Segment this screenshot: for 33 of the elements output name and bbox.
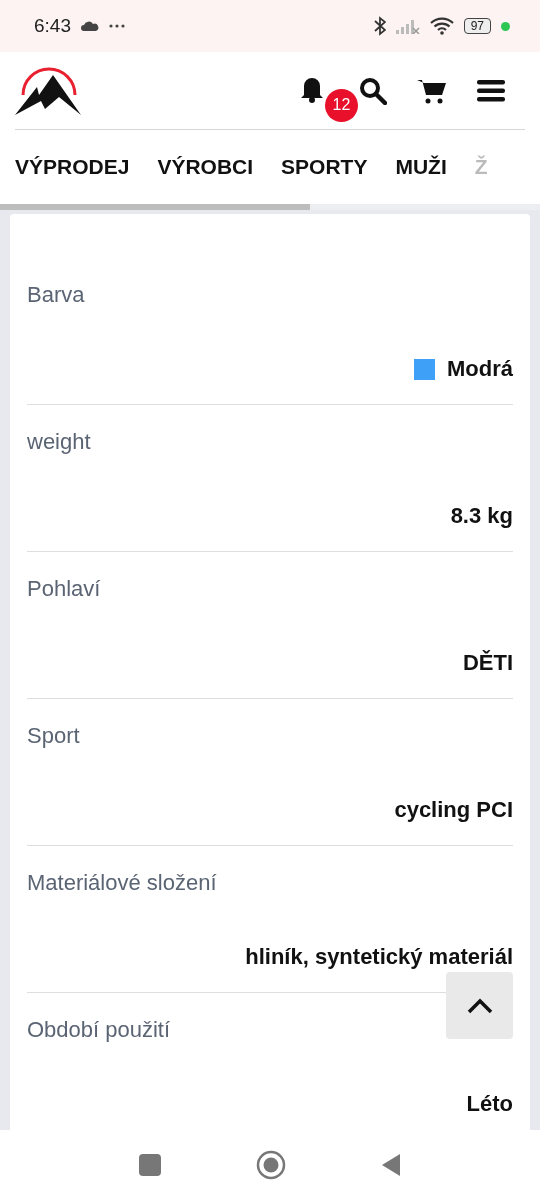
home-icon[interactable] — [256, 1150, 286, 1180]
nav-tab[interactable]: MUŽI — [395, 155, 447, 179]
parameter-label: weight — [27, 429, 92, 455]
signal-icon — [395, 18, 420, 34]
parameter-label: Sport — [27, 723, 81, 749]
recents-icon[interactable] — [139, 1154, 161, 1176]
parameter-value: Léto — [466, 1091, 513, 1117]
menu-icon[interactable] — [477, 79, 505, 102]
nav-tab[interactable]: VÝPRODEJ — [15, 155, 130, 179]
nav-tab[interactable]: SPORTY — [281, 155, 368, 179]
scroll-top-button[interactable] — [446, 972, 513, 1039]
parameter-value: Modrá — [447, 356, 513, 382]
nav-tab[interactable]: VÝROBCI — [157, 155, 254, 179]
cloud-icon — [81, 21, 99, 31]
parameter-value: 8.3 kg — [450, 503, 513, 529]
chevron-up-icon — [466, 997, 493, 1014]
parameter-label: Materiálové složení — [27, 870, 218, 896]
search-icon[interactable] — [359, 76, 387, 105]
status-time: 6:43 — [34, 15, 71, 37]
cart-icon[interactable] — [417, 77, 447, 104]
bluetooth-icon — [373, 16, 386, 36]
parameter-label: Barva — [27, 282, 86, 308]
back-icon[interactable] — [381, 1153, 401, 1177]
parameter-value: cycling PCI — [394, 797, 513, 823]
parameter-label: Období použití — [27, 1017, 172, 1043]
parameter-value: hliník, syntetický materiál — [245, 944, 513, 970]
more-icon — [109, 24, 125, 28]
parameter-value: DĚTI — [462, 650, 513, 676]
notification-badge: 12 — [325, 88, 358, 122]
parameter-label: Pohlaví — [27, 576, 102, 602]
status-dot — [501, 21, 510, 31]
wifi-icon — [429, 17, 454, 35]
battery-icon: 97 — [463, 18, 491, 34]
